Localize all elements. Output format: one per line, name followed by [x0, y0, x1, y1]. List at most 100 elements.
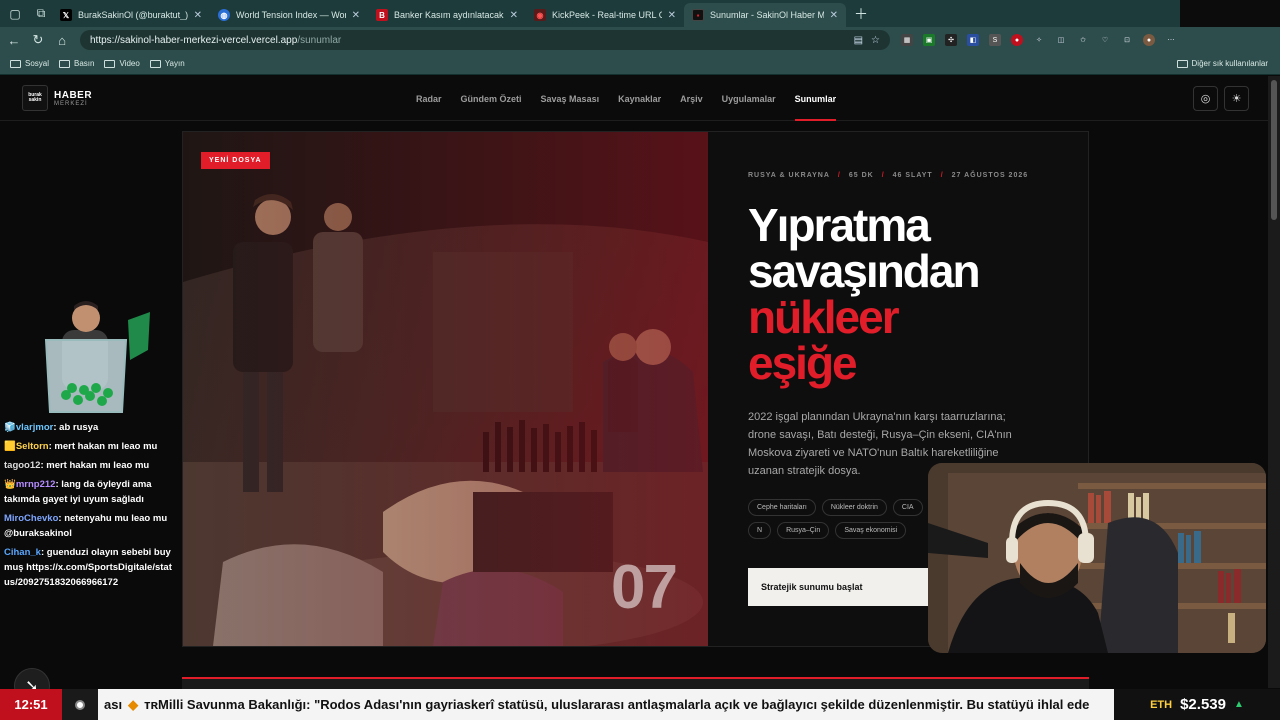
close-tab-icon[interactable]: ✕: [352, 10, 360, 21]
bookmark-folder[interactable]: Basın: [59, 59, 94, 68]
nav-gundem-ozeti[interactable]: Gündem Özeti: [461, 76, 522, 121]
home-icon[interactable]: ⌂: [50, 33, 74, 48]
tab-actions-icon[interactable]: ▢: [4, 3, 26, 25]
tag-chip[interactable]: Savaş ekonomisi: [835, 522, 907, 539]
browser-tab[interactable]: ◍ World Tension Index — World Tens ✕: [210, 3, 368, 27]
title-line-accent: nükleer: [748, 291, 900, 343]
badge-icon: 👑: [4, 479, 16, 490]
folder-icon: [149, 59, 161, 68]
tab-groups-icon[interactable]: ⧉: [30, 3, 52, 25]
crypto-value: $2.539: [1180, 696, 1226, 713]
folder-icon: [59, 59, 71, 68]
tag-chip[interactable]: Nükleer doktrin: [821, 499, 887, 516]
webcam-overlay: [928, 463, 1266, 653]
news-ticker: 12:51 ası ◆ ᴛʀMilli Savunma Bakanlığı: "Ro…: [0, 689, 1280, 720]
title-line-accent: eşiğe: [748, 337, 858, 389]
more-menu-icon[interactable]: ⋯: [1165, 34, 1177, 46]
nav-sunumlar[interactable]: Sunumlar: [794, 76, 836, 121]
ticker-prefix: ası: [104, 696, 123, 712]
presentation-title: Yıpratma savaşından nükleer eşiğe: [748, 199, 981, 389]
close-tab-icon[interactable]: ✕: [668, 10, 676, 21]
back-icon[interactable]: ←: [2, 33, 26, 48]
bookmark-folder[interactable]: Video: [104, 59, 140, 68]
close-tab-icon[interactable]: ✕: [194, 10, 202, 21]
extension-icon[interactable]: ✣: [945, 34, 957, 46]
chat-message: MiroChevko: netenyahu mu leao mu @buraks…: [4, 513, 168, 539]
folder-icon: [104, 59, 116, 68]
extension-icon[interactable]: ▣: [923, 34, 935, 46]
bookmark-label: Sosyal: [25, 59, 50, 68]
split-screen-icon[interactable]: ◫: [1055, 34, 1067, 46]
tab-title: Banker Kasım aydınlatacak!: [394, 10, 504, 20]
address-bar[interactable]: https://sakinol-haber-merkezi-vercel.ver…: [80, 30, 890, 50]
chat-username: Cihan_k: [4, 547, 41, 558]
logo-title: HABER: [54, 89, 93, 101]
tag-list: Cephe haritaları Nükleer doktrin CIA N R…: [748, 499, 948, 539]
badge-icon: 🧊: [4, 422, 16, 433]
browser-tab[interactable]: ◉ KickPeek - Real-time URL Crawler ✕: [526, 3, 684, 27]
nav-kaynaklar[interactable]: Kaynaklar: [618, 76, 661, 121]
live-dot-icon: [62, 689, 98, 720]
reload-icon[interactable]: ↻: [26, 32, 50, 48]
target-icon[interactable]: ◎: [1193, 86, 1218, 111]
title-line: savaşından: [748, 245, 981, 297]
browser-tab[interactable]: B Banker Kasım aydınlatacak! ✕: [368, 3, 526, 27]
favorite-star-icon[interactable]: ☆: [871, 35, 880, 46]
nav-uygulamalar[interactable]: Uygulamalar: [722, 76, 776, 121]
start-presentation-button[interactable]: Stratejik sunumu başlat: [748, 568, 929, 606]
page-scrollbar[interactable]: [1268, 76, 1280, 688]
bookmark-folder[interactable]: Sosyal: [10, 59, 49, 68]
folder-icon: [1176, 59, 1188, 68]
tag-chip[interactable]: Rusya–Çin: [777, 522, 830, 539]
close-tab-icon[interactable]: ✕: [830, 10, 838, 21]
extension-icon[interactable]: ▦: [901, 34, 913, 46]
crypto-symbol: ETH: [1150, 698, 1173, 711]
profile-avatar-icon[interactable]: ●: [1143, 34, 1155, 46]
flag-icon: ᴛʀ: [144, 696, 159, 712]
meta-separator: /: [940, 172, 944, 179]
chat-username: tagoo12: [4, 460, 41, 471]
screenshot-icon[interactable]: ⊡: [1121, 34, 1133, 46]
favorites-icon[interactable]: ✩: [1077, 34, 1089, 46]
crypto-price-widget: ETH $2.539 ▲: [1114, 689, 1280, 720]
tag-chip[interactable]: N: [748, 522, 772, 539]
nav-arsiv[interactable]: Arşiv: [680, 76, 703, 121]
tag-chip[interactable]: CIA: [892, 499, 923, 516]
new-file-badge: YENİ DOSYA: [201, 152, 270, 169]
next-presentation-card[interactable]: [182, 677, 1089, 689]
browser-tab-active[interactable]: ▪ Sunumlar - SakinOl Haber Merkezi ✕: [684, 3, 846, 27]
meta-category: RUSYA & UKRAYNA: [748, 172, 830, 179]
logo-mark: burak sakin: [22, 85, 48, 111]
bookmark-label: Diğer sık kullanılanlar: [1191, 59, 1268, 68]
close-tab-icon[interactable]: ✕: [510, 10, 518, 21]
new-tab-icon[interactable]: ＋: [850, 3, 872, 25]
tab-title: KickPeek - Real-time URL Crawler: [552, 10, 662, 20]
nav-savas-masasi[interactable]: Savaş Masası: [541, 76, 600, 121]
reader-view-icon[interactable]: ▤: [854, 35, 863, 46]
tab-title: World Tension Index — World Tens: [236, 10, 346, 20]
site-logo[interactable]: burak sakin HABER MERKEZİ: [22, 85, 92, 111]
kickpeek-icon: ◉: [534, 9, 546, 21]
nav-radar[interactable]: Radar: [416, 76, 442, 121]
url-host: https://sakinol-haber-merkezi-vercel.ver…: [90, 34, 298, 46]
extension-icon[interactable]: S: [989, 34, 1001, 46]
chat-message: Cihan_k: guenduzi olayın sebebi buymuş h…: [4, 547, 172, 588]
webcam-feed-illustration: [928, 463, 1266, 653]
bookmark-folder[interactable]: Yayın: [149, 59, 185, 68]
bookmark-label: Basın: [74, 59, 95, 68]
ticker-text: ası ◆ ᴛʀMilli Savunma Bakanlığı: "Rodos Ad…: [98, 697, 1114, 713]
folder-icon: [10, 59, 21, 68]
scrollbar-thumb[interactable]: [1271, 80, 1277, 220]
theme-toggle-icon[interactable]: ☀: [1224, 86, 1249, 111]
performance-icon[interactable]: ♡: [1099, 34, 1111, 46]
tab-title: Sunumlar - SakinOl Haber Merkezi: [710, 10, 824, 20]
title-line: Yıpratma: [748, 199, 931, 251]
other-bookmarks[interactable]: Diğer sık kullanılanlar: [1176, 59, 1268, 68]
stream-chat: 🧊vlarjmor: ab rusya 🟨Seltorn: mert hakan…: [4, 420, 174, 594]
extension-icon[interactable]: ◧: [967, 34, 979, 46]
chat-message: tagoo12: mert hakan mı leao mu: [4, 460, 150, 471]
browser-tab[interactable]: 𝕏 BurakSakinOl (@buraktut_) / X ✕: [52, 3, 210, 27]
tag-chip[interactable]: Cephe haritaları: [748, 499, 816, 516]
extension-icon[interactable]: ●: [1011, 34, 1023, 46]
extensions-puzzle-icon[interactable]: ✧: [1033, 34, 1045, 46]
